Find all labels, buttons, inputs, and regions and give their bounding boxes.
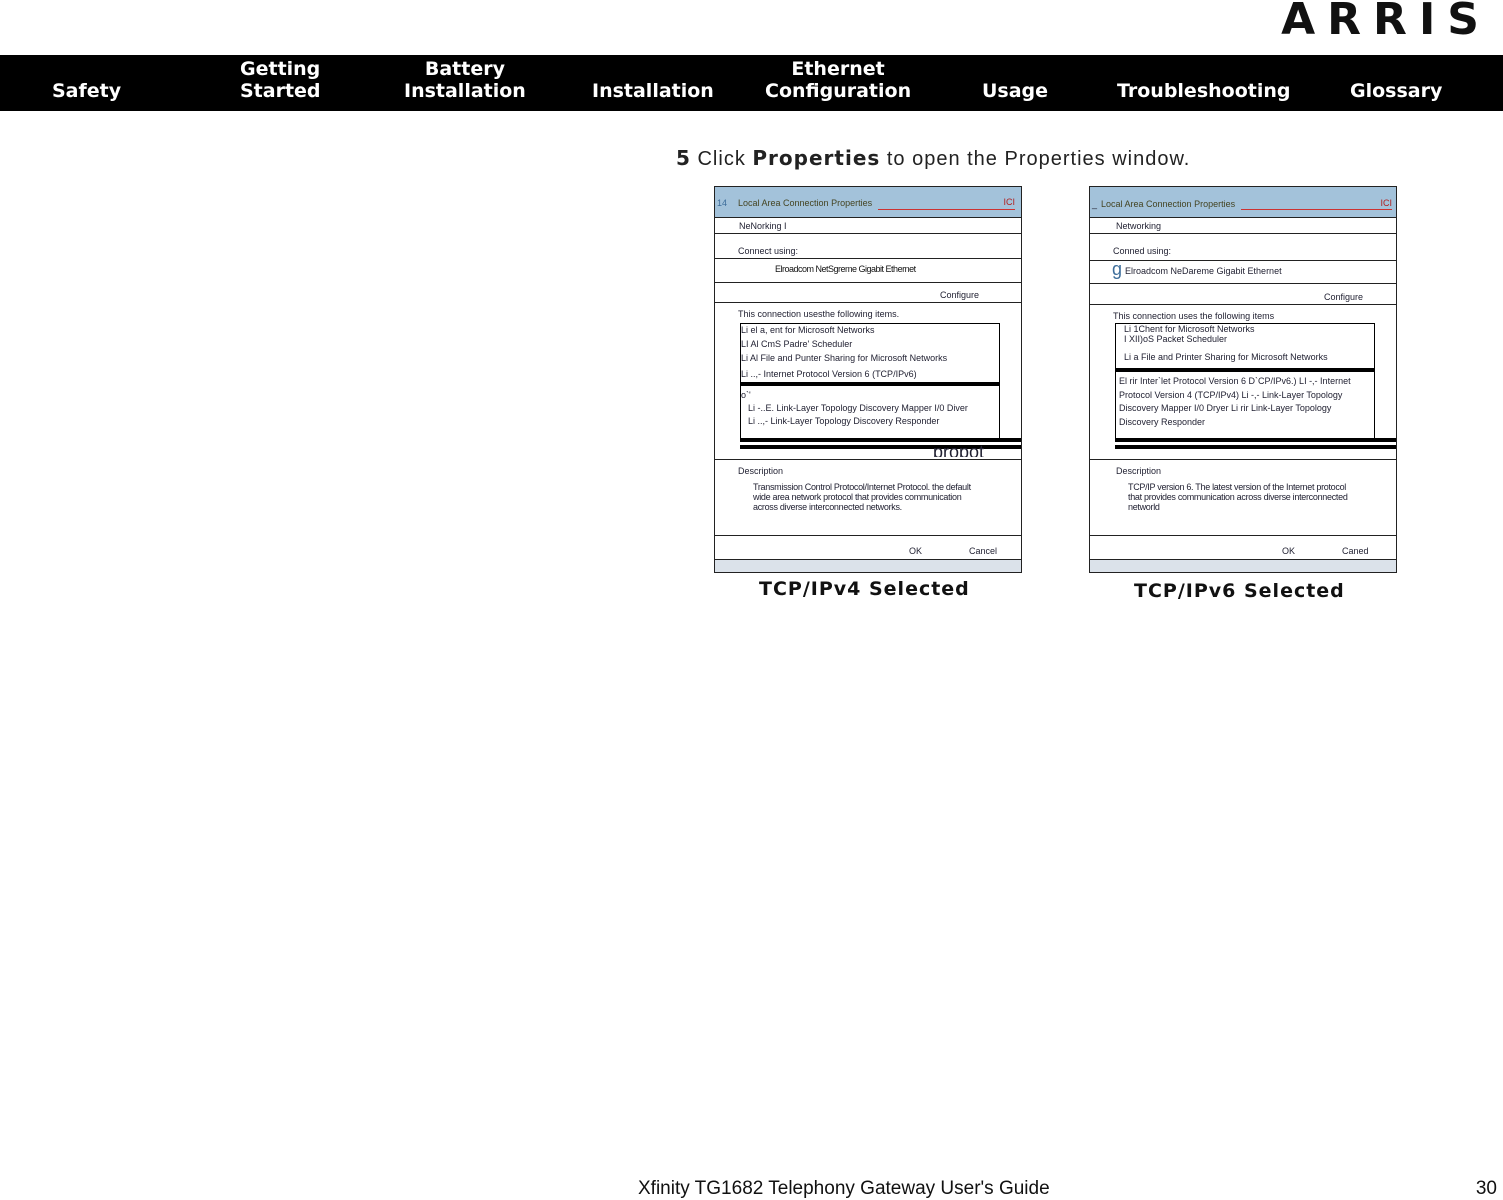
- items-label: This connection usesthe following items.: [738, 309, 900, 319]
- nav-bar: Safety Getting Started Battery Installat…: [0, 55, 1503, 111]
- properties-button[interactable]: propot: [933, 445, 984, 457]
- properties-dialog-ipv4: 14 Local Area Connection Properties ICI Ne…: [714, 186, 1022, 573]
- list-item[interactable]: LI Al CmS Padre' Scheduler: [741, 339, 852, 349]
- adapter-name: Elroadcom NetSgreme Gigabit Ethernet: [775, 264, 916, 274]
- page-number: 30: [1475, 1178, 1497, 1199]
- dialog-title: Local Area Connection Properties: [1101, 199, 1236, 209]
- nav-usage[interactable]: Usage: [982, 80, 1048, 102]
- description-text: Transmission Control Protocol/Internet P…: [753, 482, 971, 512]
- footer-title: Xfinity TG1682 Telephony Gateway User's …: [638, 1178, 1050, 1199]
- list-item[interactable]: El rir Inter`let Protocol Version 6 D`CP…: [1119, 375, 1369, 429]
- items-list[interactable]: Li el a, ent for Microsoft Networks LI A…: [740, 323, 1000, 440]
- dialog-title: Local Area Connection Properties: [738, 198, 873, 208]
- nav-glossary[interactable]: Glossary: [1350, 80, 1442, 102]
- caption-ipv6: TCP/IPv6 Selected: [1134, 580, 1345, 602]
- nav-troubleshooting[interactable]: Troubleshooting: [1117, 80, 1291, 102]
- list-item[interactable]: Li a File and Printer Sharing for Micros…: [1124, 352, 1328, 362]
- configure-button[interactable]: Configure: [1324, 292, 1363, 302]
- window-icon: _: [1092, 199, 1098, 209]
- step-text: 5 Click Properties to open the Propertie…: [676, 146, 1191, 170]
- connect-using-label: Connect using:: [738, 246, 799, 256]
- list-item[interactable]: Li -..E. Link-Layer Topology Discovery M…: [748, 403, 968, 413]
- list-item[interactable]: Li ..,- Internet Protocol Version 6 (TCP…: [741, 369, 917, 379]
- ok-button[interactable]: OK: [1282, 546, 1295, 556]
- arris-logo: ARRIS: [1281, 0, 1491, 45]
- items-list[interactable]: Li 1Chent for Microsoft Networks I XII)o…: [1115, 323, 1375, 440]
- configure-button[interactable]: Configure: [940, 290, 979, 300]
- cancel-button[interactable]: Caned: [1342, 546, 1369, 556]
- description-text: TCP/IP version 6. The latest version of …: [1128, 482, 1348, 512]
- caption-ipv4: TCP/IPv4 Selected: [759, 578, 970, 600]
- list-item: o`': [741, 390, 751, 400]
- adapter-name: Elroadcom NeDareme Gigabit Ethernet: [1125, 266, 1282, 276]
- cancel-button[interactable]: Cancel: [969, 546, 997, 556]
- nav-getting-started[interactable]: Getting Started: [240, 58, 321, 102]
- window-icon: 14: [717, 198, 728, 208]
- nav-battery-installation[interactable]: Battery Installation: [404, 58, 526, 102]
- items-label: This connection uses the following items: [1113, 311, 1275, 321]
- list-item[interactable]: Li ..,- Link-Layer Topology Discovery Re…: [748, 416, 939, 426]
- close-icon[interactable]: ICI: [1003, 197, 1015, 207]
- tab-networking[interactable]: NeNorking I: [739, 221, 787, 231]
- list-item[interactable]: Li 1Chent for Microsoft Networks: [1124, 324, 1255, 334]
- adapter-icon: g: [1112, 259, 1123, 279]
- list-item[interactable]: Li el a, ent for Microsoft Networks: [741, 325, 875, 335]
- ok-button[interactable]: OK: [909, 546, 922, 556]
- close-icon[interactable]: ICI: [1380, 198, 1392, 208]
- nav-safety[interactable]: Safety: [52, 80, 121, 102]
- properties-dialog-ipv6: _ Local Area Connection Properties ICI Net…: [1089, 186, 1397, 573]
- nav-installation[interactable]: Installation: [592, 80, 714, 102]
- list-item[interactable]: Li Al File and Punter Sharing for Micros…: [741, 353, 947, 363]
- nav-ethernet-configuration[interactable]: Ethernet Configuration: [765, 58, 911, 102]
- tab-networking[interactable]: Networking: [1116, 221, 1161, 231]
- description-label: Description: [1116, 466, 1162, 476]
- description-label: Description: [738, 466, 784, 476]
- connect-using-label: Conned using:: [1113, 246, 1172, 256]
- list-item[interactable]: I XII)oS Packet Scheduler: [1124, 334, 1227, 344]
